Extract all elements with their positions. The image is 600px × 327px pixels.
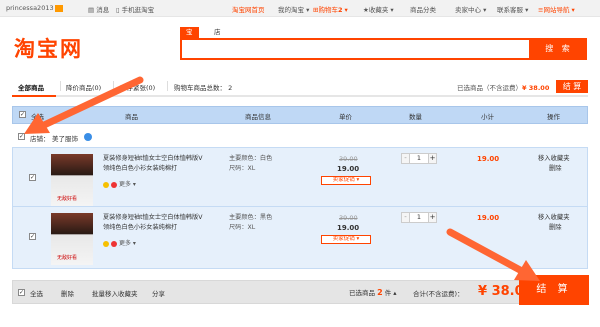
tab-low-stock[interactable]: 库存紧张(0) (120, 82, 155, 92)
vip-badge-icon (54, 4, 63, 12)
shop-row: ✓ 店铺： 美了服饰 (12, 130, 588, 144)
selected-count-text: 已选商品 2 件 ▴ (349, 288, 397, 297)
sitemap-link[interactable]: ≡网站导航 ▾ (538, 4, 575, 14)
checkout-button[interactable]: 结 算 (519, 275, 589, 305)
search-tab-items[interactable]: 宝贝 (180, 27, 199, 47)
search-button[interactable]: 搜 索 (531, 38, 587, 60)
tab-all[interactable]: 全部商品 (18, 82, 44, 92)
unit-price: 19.00 (337, 224, 360, 232)
increase-qty-button[interactable]: + (428, 212, 437, 223)
move-to-favorites-link[interactable]: 移入收藏夹 (538, 154, 569, 164)
product-size: 尺码：XL (229, 224, 256, 231)
selected-summary: 已选商品（不含运费）¥ 38.00 (457, 84, 550, 92)
product-thumbnail[interactable]: 无敌好看 (51, 213, 93, 265)
cart-item-row: ✓ 无敌好看 夏装修身短袖t恤女士空白体恤韩版V领纯色白色小衫女装纯棉打 更多 … (12, 206, 588, 269)
header-operation: 操作 (547, 113, 560, 121)
divider (167, 81, 168, 91)
quantity-stepper: - 1 + (401, 153, 437, 164)
product-title[interactable]: 夏装修身短袖t恤女士空白体恤韩版V领纯色白色小衫女装纯棉打 (103, 213, 203, 233)
delete-item-link[interactable]: 删除 (549, 223, 562, 233)
tab-cart-total: 购物车商品总数： 2 (174, 84, 233, 92)
username-link[interactable]: princessa2013 (6, 4, 63, 12)
header-subtotal: 小计 (481, 113, 494, 121)
seller-center-link[interactable]: 卖家中心 ▾ (455, 4, 486, 14)
product-size: 尺码：XL (229, 165, 256, 172)
favorites-link[interactable]: ★收藏夹 ▾ (363, 4, 394, 14)
messages-link[interactable]: ▤ 消息 (88, 4, 109, 14)
table-header: ✓ 全选 商品 商品信息 单价 数量 小计 操作 (12, 106, 588, 124)
mobile-link[interactable]: ▯ 手机逛淘宝 (116, 4, 154, 14)
top-bar: princessa2013 ▤ 消息 ▯ 手机逛淘宝 淘宝网首页 我的淘宝 ▾ … (0, 0, 600, 17)
item-tags: 更多 ▾ (103, 238, 136, 247)
seller-promo-dropdown[interactable]: 卖家促销 ▾ (321, 176, 371, 185)
contact-link[interactable]: 联系客服 ▾ (497, 4, 528, 14)
quantity-input[interactable]: 1 (410, 212, 428, 223)
decrease-qty-button[interactable]: - (401, 212, 410, 223)
header-product: 商品 (125, 113, 138, 121)
increase-qty-button[interactable]: + (428, 153, 437, 164)
header-unit-price: 单价 (339, 113, 352, 121)
item-checkbox[interactable]: ✓ (29, 233, 36, 240)
selected-count: 2 (377, 288, 383, 297)
badge-icon (111, 240, 117, 247)
cart-item-row: ✓ 无敌好看 夏装修身短袖t恤女士空白体恤韩版V领纯色白色小衫女装纯棉打 更多 … (12, 147, 588, 210)
categories-link[interactable]: 商品分类 (410, 4, 436, 14)
shop-checkbox[interactable]: ✓ (18, 133, 25, 140)
footer-select-all-checkbox[interactable]: ✓ (18, 289, 25, 296)
product-color: 主要颜色：白色 (229, 155, 273, 162)
move-to-favorites-link[interactable]: 移入收藏夹 (538, 213, 569, 223)
select-all-checkbox[interactable]: ✓ (19, 111, 26, 118)
header-quantity: 数量 (409, 113, 422, 121)
share-link[interactable]: 分享 (152, 288, 165, 298)
tab-active-underline (12, 95, 56, 97)
product-title[interactable]: 夏装修身短袖t恤女士空白体恤韩版V领纯色白色小衫女装纯棉打 (103, 154, 203, 174)
mail-icon: ▤ (88, 6, 97, 14)
batch-favorites-link[interactable]: 批量移入收藏夹 (92, 288, 138, 298)
taobao-logo[interactable]: 淘宝网 (14, 33, 83, 63)
badge-icon (111, 181, 117, 188)
my-taobao-link[interactable]: 我的淘宝 ▾ (278, 4, 309, 14)
header-info: 商品信息 (245, 113, 271, 121)
header-select-all: 全选 (31, 113, 44, 121)
item-subtotal: 19.00 (477, 155, 500, 163)
item-checkbox[interactable]: ✓ (29, 174, 36, 181)
cart-count: 2 (337, 6, 343, 14)
delete-item-link[interactable]: 删除 (549, 164, 562, 174)
divider (113, 81, 114, 91)
divider (60, 81, 61, 91)
quantity-input[interactable]: 1 (410, 153, 428, 164)
badge-icon (103, 240, 109, 247)
item-tags: 更多 ▾ (103, 179, 136, 188)
footer-delete-link[interactable]: 删除 (61, 288, 74, 298)
seller-promo-dropdown[interactable]: 卖家促销 ▾ (321, 235, 371, 244)
unit-price: 19.00 (337, 165, 360, 173)
cart-footer: ✓ 全选 删除 批量移入收藏夹 分享 已选商品 2 件 ▴ 合计(不含运费)： … (12, 280, 588, 304)
cart-link[interactable]: ⊞购物车2 ▾ (313, 4, 348, 14)
item-subtotal: 19.00 (477, 214, 500, 222)
checkout-button-top[interactable]: 结 算 (556, 80, 588, 93)
shop-label: 店铺： (30, 135, 50, 143)
product-color: 主要颜色：黑色 (229, 214, 273, 221)
footer-select-all-label[interactable]: 全选 (30, 288, 43, 298)
home-link[interactable]: 淘宝网首页 (232, 4, 265, 14)
selected-amount: ¥ 38.00 (522, 84, 550, 92)
shop-name[interactable]: 美了服饰 (52, 133, 78, 143)
search-tab-shops[interactable]: 店铺 (208, 27, 227, 47)
search-input[interactable] (180, 38, 531, 60)
decrease-qty-button[interactable]: - (401, 153, 410, 164)
tab-price-drop[interactable]: 降价商品(0) (66, 82, 101, 92)
original-price: 39.00 (339, 214, 358, 222)
original-price: 39.00 (339, 155, 358, 163)
quantity-stepper: - 1 + (401, 212, 437, 223)
badge-icon (103, 181, 109, 188)
total-label: 合计(不含运费)： (413, 290, 464, 298)
product-thumbnail[interactable]: 无敌好看 (51, 154, 93, 206)
wangwang-chat-icon[interactable] (84, 133, 92, 141)
